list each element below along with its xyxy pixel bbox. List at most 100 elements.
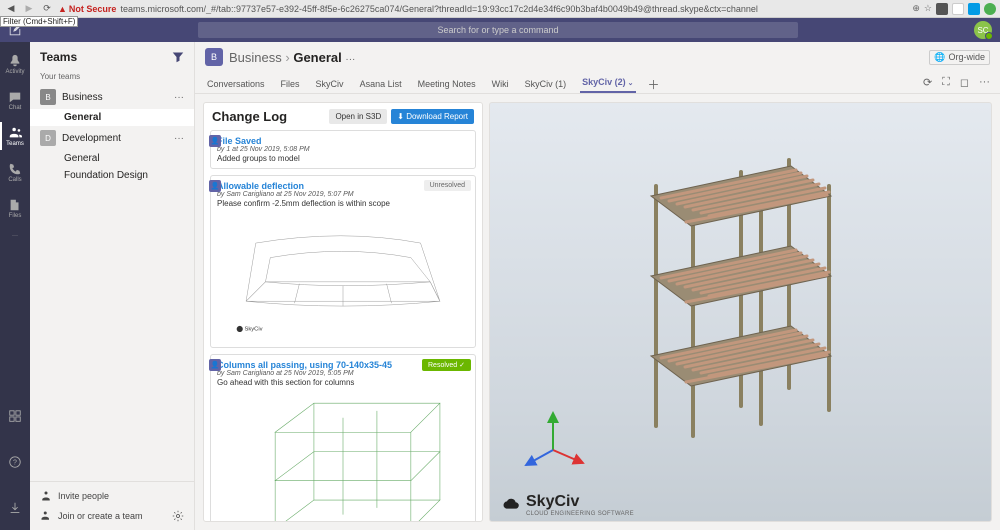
reload-icon[interactable]: ⟳ xyxy=(40,2,54,16)
tab-skyciv[interactable]: SkyCiv xyxy=(314,79,346,93)
join-create-team[interactable]: Join or create a team xyxy=(30,506,194,526)
add-tab-button[interactable]: ＋ xyxy=(648,76,660,93)
tab-skyciv-1[interactable]: SkyCiv (1) xyxy=(523,79,569,93)
svg-text:⬤ SkyCiv: ⬤ SkyCiv xyxy=(236,325,262,332)
rail-download[interactable] xyxy=(0,490,30,526)
ext-icon[interactable] xyxy=(968,3,980,15)
translate-icon[interactable]: ⊕ xyxy=(912,3,920,14)
rail-chat[interactable]: Chat xyxy=(0,82,30,118)
team-business[interactable]: B Business ··· xyxy=(30,85,194,109)
team-avatar: B xyxy=(205,48,223,66)
tab-files[interactable]: Files xyxy=(279,79,302,93)
more-icon[interactable]: ··· xyxy=(174,92,184,103)
rail-calls[interactable]: Calls xyxy=(0,154,30,190)
teams-panel: Teams Your teams B Business ··· General … xyxy=(30,42,195,530)
changelog-entry[interactable]: 👤 Unresolved Allowable deflection by Sam… xyxy=(210,175,476,348)
star-icon[interactable]: ☆ xyxy=(924,3,932,14)
rail-help[interactable]: ? xyxy=(0,444,30,480)
user-avatar[interactable]: SC xyxy=(974,21,992,39)
chat-icon xyxy=(8,90,22,104)
team-development[interactable]: D Development ··· xyxy=(30,126,194,150)
tab-refresh-icon[interactable]: ⟳ xyxy=(923,76,932,89)
team-avatar: B xyxy=(40,89,56,105)
forward-icon[interactable]: ▶ xyxy=(22,2,36,16)
ext-icon[interactable] xyxy=(936,3,948,15)
ext-icon[interactable] xyxy=(952,3,964,15)
rail-teams[interactable]: Teams xyxy=(0,118,30,154)
user-icon: 👤 xyxy=(209,359,221,371)
deflection-diagram: ⬤ SkyCiv xyxy=(217,212,469,342)
app-rail: Activity Chat Teams Calls Files ··· ? xyxy=(0,42,30,530)
not-secure-label: Not Secure xyxy=(69,4,117,14)
channel-general-dev[interactable]: General xyxy=(30,150,194,167)
more-icon[interactable]: ··· xyxy=(174,133,184,144)
expand-icon[interactable]: ⛶ xyxy=(942,76,950,89)
team-name: Business xyxy=(62,92,103,103)
skyciv-logo: SkyCiv CLOUD ENGINEERING SOFTWARE xyxy=(500,493,634,517)
rail-files[interactable]: Files xyxy=(0,190,30,226)
brand-tagline: CLOUD ENGINEERING SOFTWARE xyxy=(526,511,634,517)
crumb-team[interactable]: Business xyxy=(229,50,282,65)
entry-meta: by Sam Carigliano at 25 Nov 2019, 5:05 P… xyxy=(217,370,469,377)
popout-icon[interactable]: ◻ xyxy=(960,76,969,89)
channel-header: B Business › General ··· 🌐 Org-wide xyxy=(195,42,1000,72)
address-bar[interactable]: teams.microsoft.com/_#/tab::97737e57-e39… xyxy=(120,4,908,14)
join-label: Join or create a team xyxy=(58,511,143,521)
user-icon: 👤 xyxy=(209,135,221,147)
extensions xyxy=(936,3,996,15)
axis-gizmo xyxy=(518,405,588,475)
svg-text:?: ? xyxy=(13,460,17,467)
changelog-panel: Change Log Open in S3D ⬇ Download Report… xyxy=(203,102,483,522)
changelog-entry[interactable]: 👤 File Saved by 1 at 25 Nov 2019, 5:08 P… xyxy=(210,130,476,169)
entry-desc: Added groups to model xyxy=(217,154,469,163)
tab-meeting-notes[interactable]: Meeting Notes xyxy=(416,79,478,93)
tab-asana[interactable]: Asana List xyxy=(358,79,404,93)
filter-hint: Filter (Cmd+Shift+F) xyxy=(0,16,78,27)
command-search[interactable]: Search for or type a command xyxy=(198,22,798,38)
breadcrumb: Business › General ··· xyxy=(229,50,355,65)
filter-icon[interactable] xyxy=(172,51,184,63)
user-icon: 👤 xyxy=(209,180,221,192)
entry-desc: Please confirm -2.5mm deflection is with… xyxy=(217,199,469,208)
back-icon[interactable]: ◀ xyxy=(4,2,18,16)
invite-people[interactable]: Invite people xyxy=(30,486,194,506)
org-label: Org-wide xyxy=(948,52,985,62)
phone-icon xyxy=(8,162,22,176)
download-icon: ⬇ xyxy=(397,112,406,121)
download-icon xyxy=(8,501,22,515)
main-content: B Business › General ··· 🌐 Org-wide Conv… xyxy=(195,42,1000,530)
status-badge: Resolved ✓ xyxy=(422,359,471,371)
invite-label: Invite people xyxy=(58,491,109,501)
3d-viewer[interactable]: SkyCiv CLOUD ENGINEERING SOFTWARE xyxy=(489,102,992,522)
team-avatar: D xyxy=(40,130,56,146)
org-wide-badge[interactable]: 🌐 Org-wide xyxy=(929,50,990,65)
ext-icon[interactable] xyxy=(984,3,996,15)
download-report-button[interactable]: ⬇ Download Report xyxy=(391,109,474,124)
tab-more-icon[interactable]: ··· xyxy=(979,76,990,89)
channel-foundation[interactable]: Foundation Design xyxy=(30,167,194,184)
rail-label: Teams xyxy=(6,141,24,147)
columns-diagram xyxy=(217,391,469,521)
teams-icon xyxy=(8,126,22,140)
rail-more[interactable]: ··· xyxy=(0,226,30,246)
rail-apps[interactable] xyxy=(0,398,30,434)
gear-icon[interactable] xyxy=(172,510,184,522)
your-teams-label: Your teams xyxy=(30,72,194,85)
changelog-entry[interactable]: 👤 Resolved ✓ Columns all passing, using … xyxy=(210,354,476,521)
browser-chrome: ◀ ▶ ⟳ ▲ Not Secure teams.microsoft.com/_… xyxy=(0,0,1000,18)
rail-label: Activity xyxy=(5,69,24,75)
teams-add-icon xyxy=(40,510,52,522)
teams-title: Teams xyxy=(40,50,77,64)
tab-conversations[interactable]: Conversations xyxy=(205,79,267,93)
entry-meta: by Sam Carigliano at 25 Nov 2019, 5:07 P… xyxy=(217,191,469,198)
tab-skyciv-2[interactable]: SkyCiv (2)⌄ xyxy=(580,77,635,93)
rail-label: Chat xyxy=(9,105,22,111)
tab-wiki[interactable]: Wiki xyxy=(490,79,511,93)
warning-icon: ▲ xyxy=(58,4,67,14)
open-in-s3d-button[interactable]: Open in S3D xyxy=(329,109,387,124)
crumb-channel[interactable]: General xyxy=(293,50,341,65)
rail-activity[interactable]: Activity xyxy=(0,46,30,82)
channel-general[interactable]: General xyxy=(30,109,194,126)
rail-label: Files xyxy=(9,213,22,219)
cloud-icon xyxy=(500,494,522,516)
